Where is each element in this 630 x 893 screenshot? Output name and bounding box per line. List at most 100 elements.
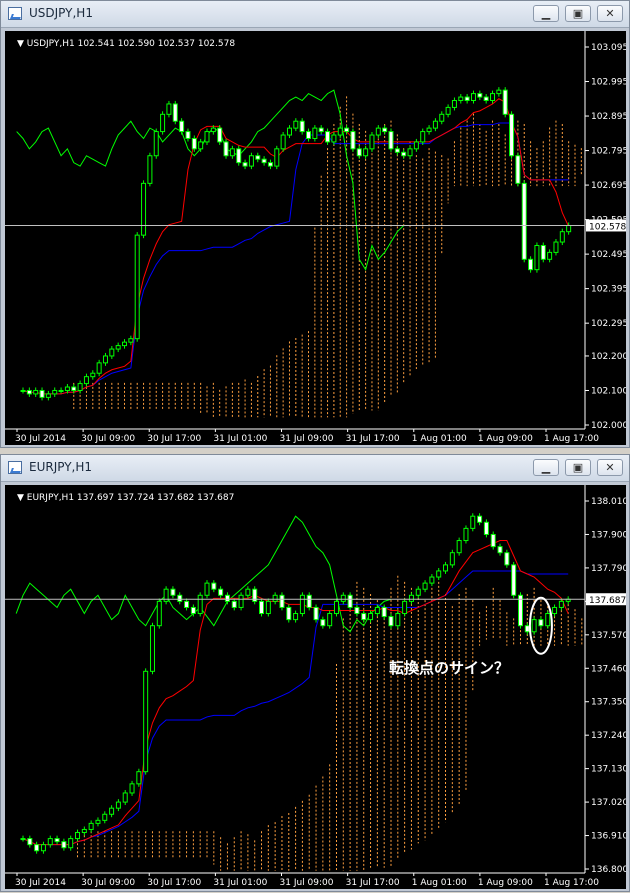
candle-body: [47, 838, 53, 846]
candle-body: [327, 613, 333, 627]
candle-body: [504, 552, 510, 566]
symbol-header: ▼ USDJPY,H1 102.541 102.590 102.537 102.…: [17, 39, 235, 49]
time-label: 1 Aug 01:00: [412, 434, 467, 444]
price-label: 137.240: [591, 731, 626, 741]
candle-body: [381, 606, 387, 618]
time-label: 30 Jul 2014: [15, 434, 66, 444]
candle-body: [45, 393, 51, 398]
candle-body: [432, 120, 438, 129]
candle-body: [238, 594, 244, 608]
candle-body: [20, 838, 26, 841]
candle-body: [477, 515, 483, 523]
candle-body: [429, 576, 435, 584]
window-titlebar[interactable]: USDJPY,H1 ▁ ▣ ✕: [1, 1, 629, 28]
price-label: 137.350: [591, 698, 626, 708]
candle-body: [456, 540, 462, 554]
chart-background: [5, 31, 626, 445]
price-label: 102.495: [591, 250, 626, 260]
candle-body: [356, 148, 362, 157]
candle-body: [20, 389, 26, 392]
time-label: 30 Jul 09:00: [81, 878, 135, 888]
candle-body: [179, 120, 185, 133]
candle-body: [388, 616, 394, 627]
candle-body: [299, 594, 305, 615]
candle-body: [517, 594, 523, 627]
candle-body: [128, 338, 134, 343]
candle-body: [184, 600, 190, 608]
time-label: 30 Jul 17:00: [147, 434, 201, 444]
candle-body: [115, 801, 121, 809]
minimize-button[interactable]: ▁: [533, 459, 559, 476]
candle-body: [190, 606, 196, 615]
candle-body: [402, 600, 408, 615]
eurjpy-window: EURJPY,H1 ▁ ▣ ✕ ▼ EURJPY,H1 137.697 137.…: [0, 454, 630, 892]
price-label: 137.130: [591, 765, 626, 775]
candle-body: [333, 600, 339, 615]
price-label: 137.570: [591, 631, 626, 641]
candle-body: [248, 155, 254, 167]
time-label: 1 Aug 17:00: [544, 434, 599, 444]
time-label: 1 Aug 09:00: [478, 434, 533, 444]
candle-body: [191, 137, 197, 150]
candle-body: [451, 100, 457, 108]
candle-body: [347, 594, 353, 608]
maximize-button[interactable]: ▣: [565, 459, 591, 476]
candle-body: [52, 389, 58, 395]
chart-area[interactable]: ▼ EURJPY,H1 137.697 137.724 137.682 137.…: [5, 485, 628, 889]
chart-area[interactable]: ▼ USDJPY,H1 102.541 102.590 102.537 102.…: [5, 31, 628, 445]
close-icon: ✕: [605, 7, 615, 20]
candle-body: [210, 127, 216, 133]
current-price-label: 137.687: [589, 596, 626, 606]
candle-body: [443, 564, 449, 572]
candle-body: [286, 606, 292, 621]
candle-body: [490, 533, 496, 548]
window-titlebar[interactable]: EURJPY,H1 ▁ ▣ ✕: [1, 455, 629, 482]
candle-body: [531, 619, 537, 633]
minimize-button[interactable]: ▁: [533, 5, 559, 22]
close-button[interactable]: ✕: [597, 459, 623, 476]
price-label: 102.995: [591, 78, 626, 88]
candle-body: [470, 93, 476, 102]
candle-body: [545, 613, 551, 627]
candle-body: [95, 819, 101, 824]
candle-body: [553, 241, 559, 253]
candle-body: [306, 131, 312, 139]
candle-body: [61, 841, 67, 849]
candle-body: [521, 182, 527, 260]
candle-body: [83, 376, 89, 385]
maximize-button[interactable]: ▣: [565, 5, 591, 22]
current-price-label: 102.578: [589, 222, 626, 232]
time-label: 31 Jul 17:00: [346, 434, 400, 444]
candle-body: [318, 127, 324, 133]
candle-body: [88, 822, 94, 830]
candle-body: [361, 613, 367, 621]
candle-body: [134, 234, 140, 340]
candle-body: [211, 582, 217, 590]
candle-body: [325, 131, 331, 143]
candle-body: [136, 771, 142, 785]
usdjpy-window: USDJPY,H1 ▁ ▣ ✕ ▼ USDJPY,H1 102.541 102.…: [0, 0, 630, 448]
candle-body: [170, 588, 176, 596]
candle-body: [483, 96, 489, 102]
candle-body: [217, 127, 223, 143]
price-label: 102.200: [591, 352, 626, 362]
candle-body: [422, 582, 428, 590]
price-label: 137.460: [591, 664, 626, 674]
candle-body: [436, 570, 442, 578]
price-label: 102.000: [591, 421, 626, 431]
annotation-text: 転換点のサイン？: [389, 659, 510, 677]
candle-body: [413, 141, 419, 150]
candle-body: [153, 131, 159, 157]
close-button[interactable]: ✕: [597, 5, 623, 22]
candle-body: [439, 113, 445, 122]
candle-body: [223, 141, 229, 157]
candle-body: [490, 93, 496, 102]
candle-body: [312, 127, 318, 139]
time-label: 31 Jul 09:00: [280, 434, 334, 444]
candle-body: [204, 131, 210, 143]
candle-body: [54, 838, 60, 843]
candle-body: [369, 134, 375, 150]
candle-body: [204, 582, 210, 596]
candle-body: [540, 244, 546, 260]
candle-body: [477, 93, 483, 98]
